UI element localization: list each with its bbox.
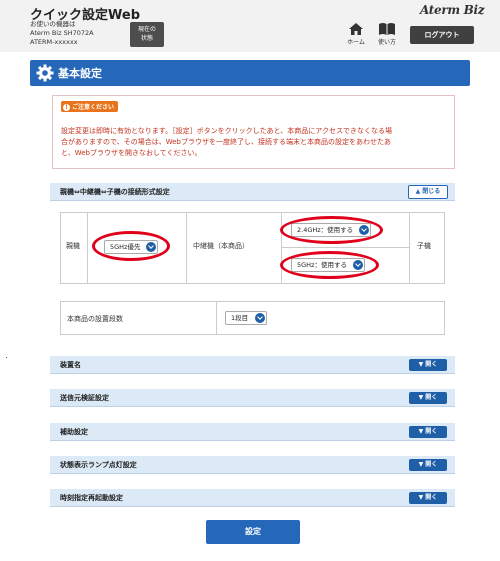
chevron-down-icon: ▼ <box>418 361 424 368</box>
notice-line: と、Webブラウザを開きなおしてください。 <box>61 149 202 157</box>
chevron-down-icon: ▼ <box>418 461 424 468</box>
table-divider <box>409 212 410 284</box>
home-icon <box>349 23 363 35</box>
table-divider <box>216 301 217 335</box>
status-button-line2: 状態 <box>140 35 153 42</box>
expand-label: 開く <box>425 494 438 501</box>
home-label: ホーム <box>347 39 365 46</box>
expand-button[interactable]: ▼ 開く <box>409 392 447 404</box>
expand-label: 開く <box>425 428 438 435</box>
notice-text: 設定変更は即時に有効となります。［設定］ボタンをクリックしたあと、本商品にアクセ… <box>61 126 449 159</box>
section-title: 状態表示ランプ点灯設定 <box>60 461 137 469</box>
notice-line: 合がありますので、その場合は、Webブラウザを一度終了し、接続する端末と本商品の… <box>61 138 391 146</box>
current-status-button[interactable]: 現在の 状態 <box>130 22 164 47</box>
info-icon: ! <box>63 104 70 111</box>
brand-logo: Aterm Biz <box>420 3 485 17</box>
book-icon <box>379 23 395 35</box>
child-label: 子機 <box>417 242 431 250</box>
connection-section-title: 親機⇔中継機⇔子機の接続形式設定 <box>60 188 170 196</box>
page-title-bar: 基本設定 <box>30 60 470 86</box>
connection-section-header: 親機⇔中継機⇔子機の接続形式設定 ▲ 閉じる <box>50 183 455 201</box>
section-status-lamp: 状態表示ランプ点灯設定 ▼ 開く <box>50 456 455 474</box>
device-caption: お使いの機器は <box>30 20 76 28</box>
chevron-down-icon <box>255 313 265 323</box>
parent-label: 親機 <box>66 242 80 250</box>
section-scheduled-reboot: 時刻指定再起動設定 ▼ 開く <box>50 489 455 507</box>
expand-label: 開く <box>425 361 438 368</box>
section-title: 補助設定 <box>60 428 88 436</box>
section-title: 装置名 <box>60 361 81 369</box>
logout-button[interactable]: ログアウト <box>410 26 474 44</box>
chevron-down-icon: ▼ <box>418 428 424 435</box>
help-label: 使い方 <box>377 39 396 46</box>
section-source-verification: 送信元検証設定 ▼ 開く <box>50 389 455 407</box>
notice-line: 設定変更は即時に有効となります。［設定］ボタンをクリックしたあと、本商品にアクセ… <box>61 127 392 135</box>
device-id: ATERM-xxxxxx <box>30 38 78 46</box>
notice-badge-label: ご注意ください <box>72 104 115 111</box>
stray-dot <box>6 357 7 358</box>
stage-value: 1段目 <box>231 314 249 322</box>
chevron-down-icon: ▼ <box>418 494 424 501</box>
expand-button[interactable]: ▼ 開く <box>409 359 447 371</box>
highlight-ring <box>280 251 379 279</box>
notice-badge: ! ご注意ください <box>61 101 119 112</box>
expand-button[interactable]: ▼ 開く <box>409 459 447 471</box>
expand-button[interactable]: ▼ 開く <box>409 426 447 438</box>
status-button-line1: 現在の <box>137 26 156 33</box>
section-device-name: 装置名 ▼ 開く <box>50 356 455 374</box>
app-header: クイック設定Web お使いの機器は Aterm Biz SH7072A ATER… <box>0 0 500 52</box>
expand-label: 開く <box>425 461 438 468</box>
expand-button[interactable]: ▼ 開く <box>409 492 447 504</box>
table-divider <box>87 212 88 284</box>
gear-icon <box>36 64 54 82</box>
submit-button[interactable]: 設定 <box>206 520 300 544</box>
section-title: 時刻指定再起動設定 <box>60 494 123 502</box>
home-link[interactable]: ホーム <box>344 22 368 46</box>
section-title: 送信元検証設定 <box>60 394 109 402</box>
table-divider <box>186 212 187 284</box>
page-title: 基本設定 <box>58 67 102 80</box>
expand-label: 開く <box>425 394 438 401</box>
table-divider <box>281 212 282 284</box>
highlight-ring <box>280 216 383 244</box>
notice-box: ! ご注意ください 設定変更は即時に有効となります。［設定］ボタンをクリックしたあ… <box>52 95 455 169</box>
stage-select[interactable]: 1段目 <box>225 311 267 325</box>
highlight-ring <box>92 231 170 261</box>
table-divider <box>281 247 409 248</box>
device-model: Aterm Biz SH7072A <box>30 29 94 37</box>
repeater-label: 中継機（本商品） <box>193 242 249 250</box>
collapse-label: 閉じる <box>422 188 441 195</box>
collapse-button[interactable]: ▲ 閉じる <box>408 185 448 199</box>
stage-label: 本商品の設置段数 <box>67 315 123 323</box>
chevron-up-icon: ▲ <box>415 188 421 195</box>
help-link[interactable]: 使い方 <box>375 22 399 46</box>
chevron-down-icon: ▼ <box>418 394 424 401</box>
section-auxiliary: 補助設定 ▼ 開く <box>50 423 455 441</box>
